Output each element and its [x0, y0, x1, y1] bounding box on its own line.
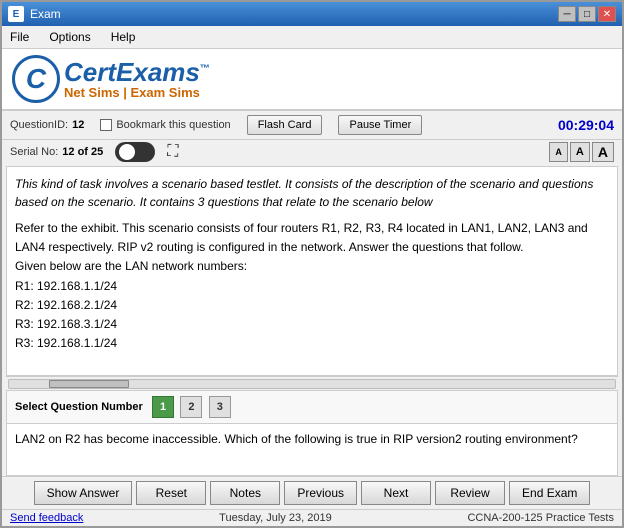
- serial-group: Serial No: 12 of 25: [10, 146, 103, 158]
- toggle-knob: [119, 144, 135, 160]
- toggle-switch[interactable]: [115, 142, 155, 162]
- serial-label: Serial No:: [10, 146, 58, 158]
- next-button[interactable]: Next: [361, 481, 431, 505]
- serial-value: 12 of 25: [62, 146, 103, 158]
- question-id-value: 12: [72, 119, 84, 131]
- content-area[interactable]: This kind of task involves a scenario ba…: [6, 166, 618, 376]
- question-btn-3[interactable]: 3: [209, 396, 231, 418]
- question-id-group: QuestionID: 12: [10, 119, 84, 131]
- reset-button[interactable]: Reset: [136, 481, 206, 505]
- send-feedback-link[interactable]: Send feedback: [10, 512, 83, 524]
- pause-timer-button[interactable]: Pause Timer: [338, 115, 422, 135]
- menu-help[interactable]: Help: [107, 28, 140, 46]
- window-title: Exam: [30, 7, 61, 21]
- bookmark-label: Bookmark this question: [116, 119, 230, 131]
- review-button[interactable]: Review: [435, 481, 505, 505]
- menu-file[interactable]: File: [6, 28, 33, 46]
- select-question-label: Select Question Number: [15, 401, 143, 413]
- bookmark-group: Bookmark this question: [100, 119, 230, 131]
- logo-area: C CertExams™ Net Sims | Exam Sims: [2, 49, 622, 111]
- info-bar: QuestionID: 12 Bookmark this question Fl…: [2, 111, 622, 140]
- logo-circle: C: [12, 55, 60, 103]
- minimize-button[interactable]: ─: [558, 6, 576, 22]
- logo-letter: C: [26, 63, 46, 95]
- body-text: Refer to the exhibit. This scenario cons…: [15, 219, 609, 353]
- bottom-buttons: Show Answer Reset Notes Previous Next Re…: [2, 476, 622, 509]
- title-bar-left: E Exam: [8, 6, 61, 22]
- flash-card-button[interactable]: Flash Card: [247, 115, 323, 135]
- logo-tagline: Net Sims | Exam Sims: [64, 85, 210, 100]
- close-button[interactable]: ✕: [598, 6, 616, 22]
- show-answer-button[interactable]: Show Answer: [34, 481, 133, 505]
- question-text-area: LAN2 on R2 has become inaccessible. Whic…: [6, 424, 618, 476]
- scroll-thumb[interactable]: [49, 380, 129, 388]
- status-date: Tuesday, July 23, 2019: [219, 512, 332, 524]
- font-large-button[interactable]: A: [592, 142, 614, 162]
- question-number-area: Select Question Number 1 2 3: [6, 390, 618, 424]
- font-medium-button[interactable]: A: [570, 142, 590, 162]
- question-btn-2[interactable]: 2: [180, 396, 202, 418]
- menu-bar: File Options Help: [2, 26, 622, 49]
- menu-options[interactable]: Options: [45, 28, 94, 46]
- font-size-controls: A A A: [549, 142, 614, 162]
- status-exam: CCNA-200-125 Practice Tests: [467, 512, 614, 524]
- font-small-button[interactable]: A: [549, 142, 568, 162]
- main-window: E Exam ─ □ ✕ File Options Help C CertExa…: [0, 0, 624, 528]
- scenario-text: This kind of task involves a scenario ba…: [15, 175, 609, 211]
- title-controls: ─ □ ✕: [558, 6, 616, 22]
- bookmark-checkbox[interactable]: [100, 119, 112, 131]
- title-bar: E Exam ─ □ ✕: [2, 2, 622, 26]
- question-btn-1[interactable]: 1: [152, 396, 174, 418]
- second-info-row: Serial No: 12 of 25 ⛶ A A A: [2, 140, 622, 166]
- horizontal-scrollbar[interactable]: [6, 376, 618, 390]
- question-text: LAN2 on R2 has become inaccessible. Whic…: [15, 432, 578, 446]
- previous-button[interactable]: Previous: [284, 481, 357, 505]
- expand-icon[interactable]: ⛶: [167, 143, 178, 161]
- status-bar: Send feedback Tuesday, July 23, 2019 CCN…: [2, 509, 622, 526]
- app-icon: E: [8, 6, 24, 22]
- end-exam-button[interactable]: End Exam: [509, 481, 590, 505]
- timer-display: 00:29:04: [558, 117, 614, 133]
- logo-text: CertExams™ Net Sims | Exam Sims: [64, 59, 210, 100]
- scroll-track: [8, 379, 616, 389]
- logo-brand: CertExams™: [64, 59, 210, 85]
- maximize-button[interactable]: □: [578, 6, 596, 22]
- notes-button[interactable]: Notes: [210, 481, 280, 505]
- question-id-label: QuestionID:: [10, 119, 68, 131]
